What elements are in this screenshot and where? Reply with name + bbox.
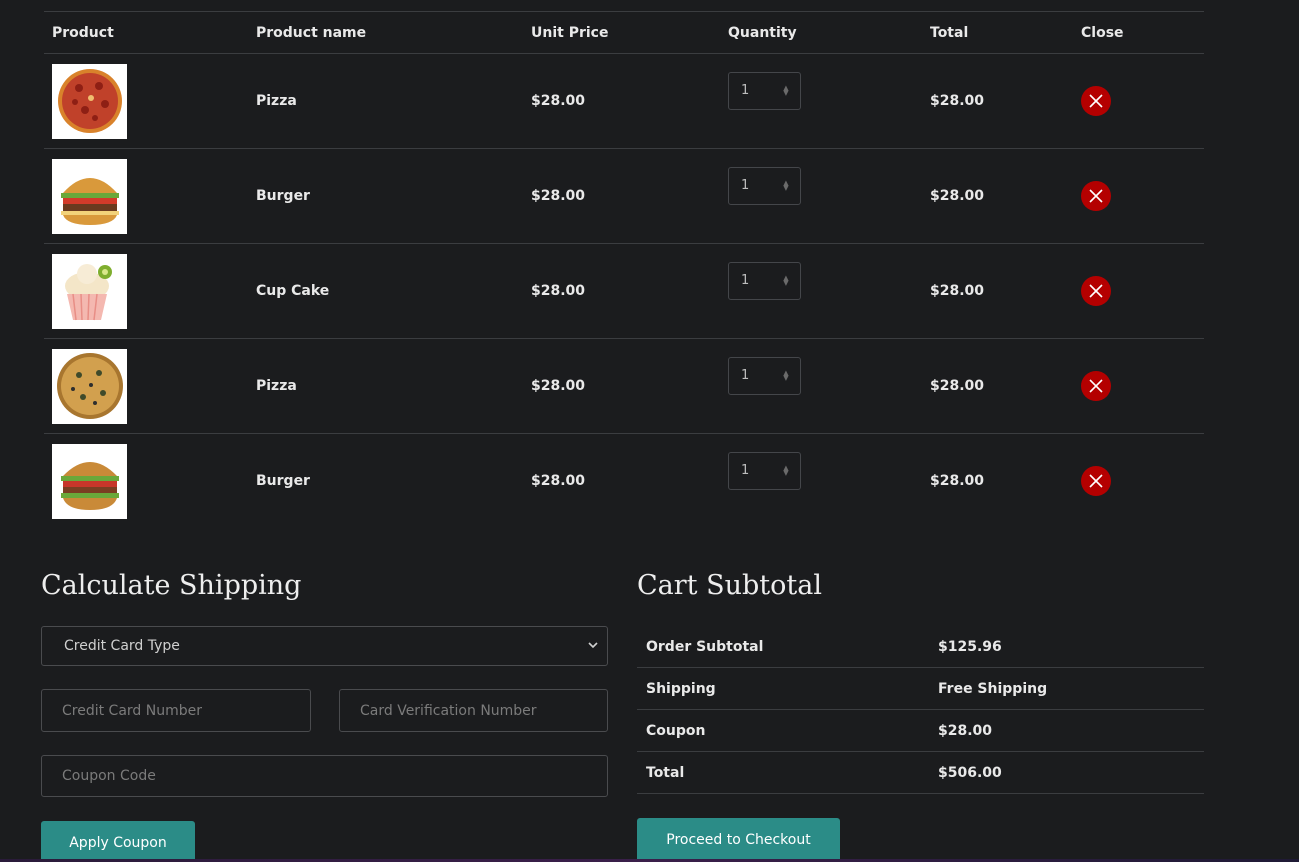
quantity-stepper[interactable]: 1 ▲ ▼ bbox=[728, 72, 801, 110]
spinner-icon[interactable]: ▲ ▼ bbox=[782, 465, 790, 478]
close-cell bbox=[1073, 149, 1204, 244]
quantity-value: 1 bbox=[741, 368, 750, 383]
close-icon bbox=[1089, 94, 1103, 108]
totals-label: Shipping bbox=[637, 667, 929, 710]
close-icon bbox=[1089, 474, 1103, 488]
quantity-cell: 1 ▲ ▼ bbox=[720, 244, 922, 339]
header-close: Close bbox=[1081, 24, 1124, 41]
burger-image[interactable] bbox=[52, 443, 127, 519]
header-product: Product bbox=[52, 24, 114, 41]
proceed-to-checkout-button[interactable]: Proceed to Checkout bbox=[637, 818, 840, 862]
row-total: $28.00 bbox=[930, 378, 985, 394]
quantity-value: 1 bbox=[741, 83, 750, 98]
select-value: Credit Card Type bbox=[64, 638, 180, 654]
header-product-name: Product name bbox=[256, 24, 367, 41]
quantity-stepper[interactable]: 1 ▲ ▼ bbox=[728, 262, 801, 300]
remove-item-button[interactable] bbox=[1081, 181, 1111, 211]
remove-item-button[interactable] bbox=[1081, 371, 1111, 401]
cart-table-header: Product Product name Unit Price Quantity… bbox=[44, 11, 1204, 54]
table-row: Burger $28.00 1 ▲ ▼ $28.00 bbox=[44, 149, 1204, 244]
header-unit-price: Unit Price bbox=[531, 24, 609, 41]
chevron-down-icon bbox=[588, 642, 598, 649]
totals-row: Order Subtotal $125.96 bbox=[637, 626, 1204, 668]
close-icon bbox=[1089, 379, 1103, 393]
totals-row: Shipping Free Shipping bbox=[637, 667, 1204, 710]
product-cell bbox=[44, 244, 248, 339]
totals-value: $506.00 bbox=[929, 751, 1204, 794]
product-name: Burger bbox=[256, 188, 310, 204]
header-quantity: Quantity bbox=[728, 24, 797, 41]
totals-label: Coupon bbox=[637, 709, 929, 752]
remove-item-button[interactable] bbox=[1081, 86, 1111, 116]
totals-label: Order Subtotal bbox=[637, 626, 929, 668]
unit-price: $28.00 bbox=[531, 473, 586, 489]
totals-row: Coupon $28.00 bbox=[637, 709, 1204, 752]
spinner-icon[interactable]: ▲ ▼ bbox=[782, 370, 790, 383]
product-name: Pizza bbox=[256, 93, 297, 109]
coupon-code-input[interactable] bbox=[41, 755, 608, 797]
table-row: Burger $28.00 1 ▲ ▼ $28.00 bbox=[44, 434, 1204, 529]
burger-image[interactable] bbox=[52, 158, 127, 234]
close-icon bbox=[1089, 284, 1103, 298]
veggie-pizza-image[interactable] bbox=[52, 348, 127, 424]
unit-price: $28.00 bbox=[531, 188, 586, 204]
totals-table: Order Subtotal $125.96 Shipping Free Shi… bbox=[637, 626, 1204, 794]
totals-value: Free Shipping bbox=[929, 667, 1204, 710]
close-cell bbox=[1073, 434, 1204, 529]
header-total: Total bbox=[930, 24, 969, 41]
quantity-cell: 1 ▲ ▼ bbox=[720, 434, 922, 529]
quantity-cell: 1 ▲ ▼ bbox=[720, 149, 922, 244]
spinner-icon[interactable]: ▲ ▼ bbox=[782, 275, 790, 288]
unit-price: $28.00 bbox=[531, 378, 586, 394]
subtotal-title: Cart Subtotal bbox=[637, 570, 822, 601]
cart-page: Product Product name Unit Price Quantity… bbox=[0, 0, 1299, 862]
product-name: Cup Cake bbox=[256, 283, 330, 299]
close-cell bbox=[1073, 244, 1204, 339]
table-row: Pizza $28.00 1 ▲ ▼ $28.00 bbox=[44, 339, 1204, 434]
cupcake-image[interactable] bbox=[52, 253, 127, 329]
credit-card-type-select[interactable]: Credit Card Type bbox=[41, 626, 608, 666]
spinner-icon[interactable]: ▲ ▼ bbox=[782, 180, 790, 193]
quantity-value: 1 bbox=[741, 463, 750, 478]
unit-price: $28.00 bbox=[531, 93, 586, 109]
apply-coupon-button[interactable]: Apply Coupon bbox=[41, 821, 195, 862]
quantity-stepper[interactable]: 1 ▲ ▼ bbox=[728, 357, 801, 395]
quantity-cell: 1 ▲ ▼ bbox=[720, 339, 922, 434]
product-cell bbox=[44, 339, 248, 434]
quantity-value: 1 bbox=[741, 273, 750, 288]
cart-table: Product Product name Unit Price Quantity… bbox=[44, 11, 1204, 528]
remove-item-button[interactable] bbox=[1081, 466, 1111, 496]
totals-label: Total bbox=[637, 751, 929, 794]
totals-row: Total $506.00 bbox=[637, 751, 1204, 794]
quantity-value: 1 bbox=[741, 178, 750, 193]
table-row: Pizza $28.00 1 ▲ ▼ $28.00 bbox=[44, 54, 1204, 149]
quantity-stepper[interactable]: 1 ▲ ▼ bbox=[728, 452, 801, 490]
product-name: Burger bbox=[256, 473, 310, 489]
unit-price: $28.00 bbox=[531, 283, 586, 299]
quantity-stepper[interactable]: 1 ▲ ▼ bbox=[728, 167, 801, 205]
card-verification-input[interactable] bbox=[339, 689, 608, 732]
row-total: $28.00 bbox=[930, 93, 985, 109]
totals-value: $125.96 bbox=[929, 626, 1204, 668]
product-name: Pizza bbox=[256, 378, 297, 394]
product-cell bbox=[44, 149, 248, 244]
close-cell bbox=[1073, 54, 1204, 149]
table-row: Cup Cake $28.00 1 ▲ ▼ $28.00 bbox=[44, 244, 1204, 339]
row-total: $28.00 bbox=[930, 283, 985, 299]
close-cell bbox=[1073, 339, 1204, 434]
row-total: $28.00 bbox=[930, 473, 985, 489]
product-cell bbox=[44, 54, 248, 149]
row-total: $28.00 bbox=[930, 188, 985, 204]
product-cell bbox=[44, 434, 248, 529]
quantity-cell: 1 ▲ ▼ bbox=[720, 54, 922, 149]
spinner-icon[interactable]: ▲ ▼ bbox=[782, 85, 790, 98]
shipping-title: Calculate Shipping bbox=[41, 570, 302, 601]
pizza-image[interactable] bbox=[52, 63, 127, 139]
remove-item-button[interactable] bbox=[1081, 276, 1111, 306]
credit-card-number-input[interactable] bbox=[41, 689, 311, 732]
totals-value: $28.00 bbox=[929, 709, 1204, 752]
close-icon bbox=[1089, 189, 1103, 203]
